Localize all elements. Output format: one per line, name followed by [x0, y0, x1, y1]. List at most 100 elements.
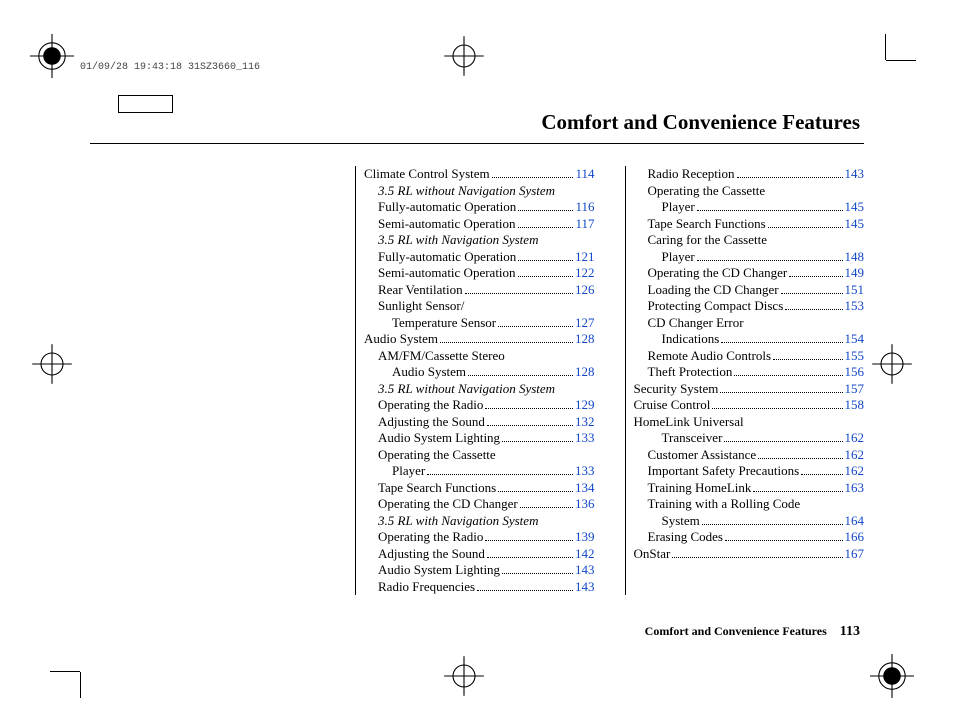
toc-page-link[interactable]: 133 [575, 463, 595, 480]
leader-dots [721, 342, 842, 343]
toc-page-link[interactable]: 151 [845, 282, 865, 299]
toc-page-link[interactable]: 143 [845, 166, 865, 183]
toc-page-link[interactable]: 167 [845, 546, 865, 563]
toc-page-link[interactable]: 139 [575, 529, 595, 546]
toc-page-link[interactable]: 143 [575, 562, 595, 579]
toc-page-link[interactable]: 143 [575, 579, 595, 596]
toc-entry[interactable]: Radio Reception 143 [634, 166, 865, 183]
toc-label: Climate Control System [364, 166, 490, 183]
toc-entry[interactable]: Adjusting the Sound 132 [364, 414, 595, 431]
toc-label: 3.5 RL with Navigation System [378, 232, 538, 249]
toc-entry[interactable]: Player 148 [634, 249, 865, 266]
toc-page-link[interactable]: 145 [845, 216, 865, 233]
toc-entry[interactable]: Loading the CD Changer151 [634, 282, 865, 299]
toc-page-link[interactable]: 154 [845, 331, 865, 348]
toc-label: Player [662, 249, 695, 266]
toc-label: Adjusting the Sound [378, 414, 485, 431]
toc-page-link[interactable]: 117 [575, 216, 594, 233]
toc-page-link[interactable]: 126 [575, 282, 595, 299]
toc-entry[interactable]: Transceiver162 [634, 430, 865, 447]
toc-entry: Operating the Cassette [364, 447, 595, 464]
toc-entry[interactable]: Operating the Radio139 [364, 529, 595, 546]
crop-mark [50, 671, 80, 672]
toc-page-link[interactable]: 164 [845, 513, 865, 530]
toc-entry[interactable]: Tape Search Functions145 [634, 216, 865, 233]
toc-entry: HomeLink Universal [634, 414, 865, 431]
toc-entry[interactable]: Semi-automatic Operation117 [364, 216, 595, 233]
toc-entry[interactable]: Operating the CD Changer136 [364, 496, 595, 513]
toc-page-link[interactable]: 158 [845, 397, 865, 414]
toc-page-link[interactable]: 129 [575, 397, 595, 414]
toc-entry[interactable]: System164 [634, 513, 865, 530]
leader-dots [753, 491, 842, 492]
toc-page-link[interactable]: 133 [575, 430, 595, 447]
toc-entry[interactable]: Audio System Lighting143 [364, 562, 595, 579]
toc-page-link[interactable]: 132 [575, 414, 595, 431]
toc-entry[interactable]: Climate Control System 114 [364, 166, 595, 183]
toc-label: AM/FM/Cassette Stereo [378, 348, 505, 365]
toc-page-link[interactable]: 134 [575, 480, 595, 497]
toc-entry[interactable]: Security System157 [634, 381, 865, 398]
leader-dots [485, 408, 573, 409]
toc-entry[interactable]: Player145 [634, 199, 865, 216]
crop-mark [885, 34, 886, 60]
toc-page-link[interactable]: 162 [845, 463, 865, 480]
leader-dots [485, 540, 573, 541]
toc-entry[interactable]: Remote Audio Controls155 [634, 348, 865, 365]
toc-label: Radio Reception [648, 166, 735, 183]
toc-entry[interactable]: Erasing Codes166 [634, 529, 865, 546]
toc-entry[interactable]: Training HomeLink163 [634, 480, 865, 497]
toc-page-link[interactable]: 155 [845, 348, 865, 365]
toc-page-link[interactable]: 121 [575, 249, 595, 266]
toc-entry[interactable]: Operating the CD Changer149 [634, 265, 865, 282]
leader-dots [487, 557, 573, 558]
toc-page-link[interactable]: 114 [575, 166, 594, 183]
toc-label: Audio System [392, 364, 466, 381]
toc-entry[interactable]: Customer Assistance162 [634, 447, 865, 464]
toc-page-link[interactable]: 163 [845, 480, 865, 497]
toc-label: Radio Frequencies [378, 579, 475, 596]
registration-mark [870, 342, 914, 386]
toc-entry[interactable]: Temperature Sensor127 [364, 315, 595, 332]
toc-entry[interactable]: Radio Frequencies 143 [364, 579, 595, 596]
toc-entry[interactable]: Semi-automatic Operation122 [364, 265, 595, 282]
toc-entry[interactable]: Rear Ventilation126 [364, 282, 595, 299]
toc-page-link[interactable]: 145 [845, 199, 865, 216]
toc-page-link[interactable]: 153 [845, 298, 865, 315]
toc-entry: Training with a Rolling Code [634, 496, 865, 513]
toc-entry[interactable]: Audio System128 [364, 331, 595, 348]
toc-page-link[interactable]: 156 [845, 364, 865, 381]
toc-entry[interactable]: Adjusting the Sound 142 [364, 546, 595, 563]
toc-entry[interactable]: Operating the Radio129 [364, 397, 595, 414]
toc-entry[interactable]: Indications154 [634, 331, 865, 348]
toc-entry[interactable]: Fully-automatic Operation121 [364, 249, 595, 266]
toc-entry[interactable]: Audio System Lighting133 [364, 430, 595, 447]
toc-page-link[interactable]: 128 [575, 331, 595, 348]
toc-page-link[interactable]: 162 [845, 430, 865, 447]
toc-page-link[interactable]: 142 [575, 546, 595, 563]
leader-dots [781, 293, 843, 294]
toc-entry[interactable]: Protecting Compact Discs153 [634, 298, 865, 315]
toc-page-link[interactable]: 162 [845, 447, 865, 464]
toc-page-link[interactable]: 127 [575, 315, 595, 332]
toc-entry[interactable]: Tape Search Functions134 [364, 480, 595, 497]
toc-entry[interactable]: Audio System 128 [364, 364, 595, 381]
toc-page-link[interactable]: 136 [575, 496, 595, 513]
toc-label: Adjusting the Sound [378, 546, 485, 563]
toc-entry[interactable]: Cruise Control158 [634, 397, 865, 414]
toc-entry[interactable]: Theft Protection156 [634, 364, 865, 381]
toc-entry: AM/FM/Cassette Stereo [364, 348, 595, 365]
toc-entry[interactable]: Important Safety Precautions162 [634, 463, 865, 480]
leader-dots [672, 557, 842, 558]
registration-mark [442, 34, 486, 78]
toc-page-link[interactable]: 166 [845, 529, 865, 546]
toc-page-link[interactable]: 116 [575, 199, 594, 216]
toc-entry[interactable]: Player133 [364, 463, 595, 480]
toc-page-link[interactable]: 157 [845, 381, 865, 398]
toc-entry[interactable]: OnStar167 [634, 546, 865, 563]
toc-page-link[interactable]: 128 [575, 364, 595, 381]
toc-page-link[interactable]: 149 [845, 265, 865, 282]
toc-entry[interactable]: Fully-automatic Operation116 [364, 199, 595, 216]
toc-page-link[interactable]: 148 [845, 249, 865, 266]
toc-page-link[interactable]: 122 [575, 265, 595, 282]
